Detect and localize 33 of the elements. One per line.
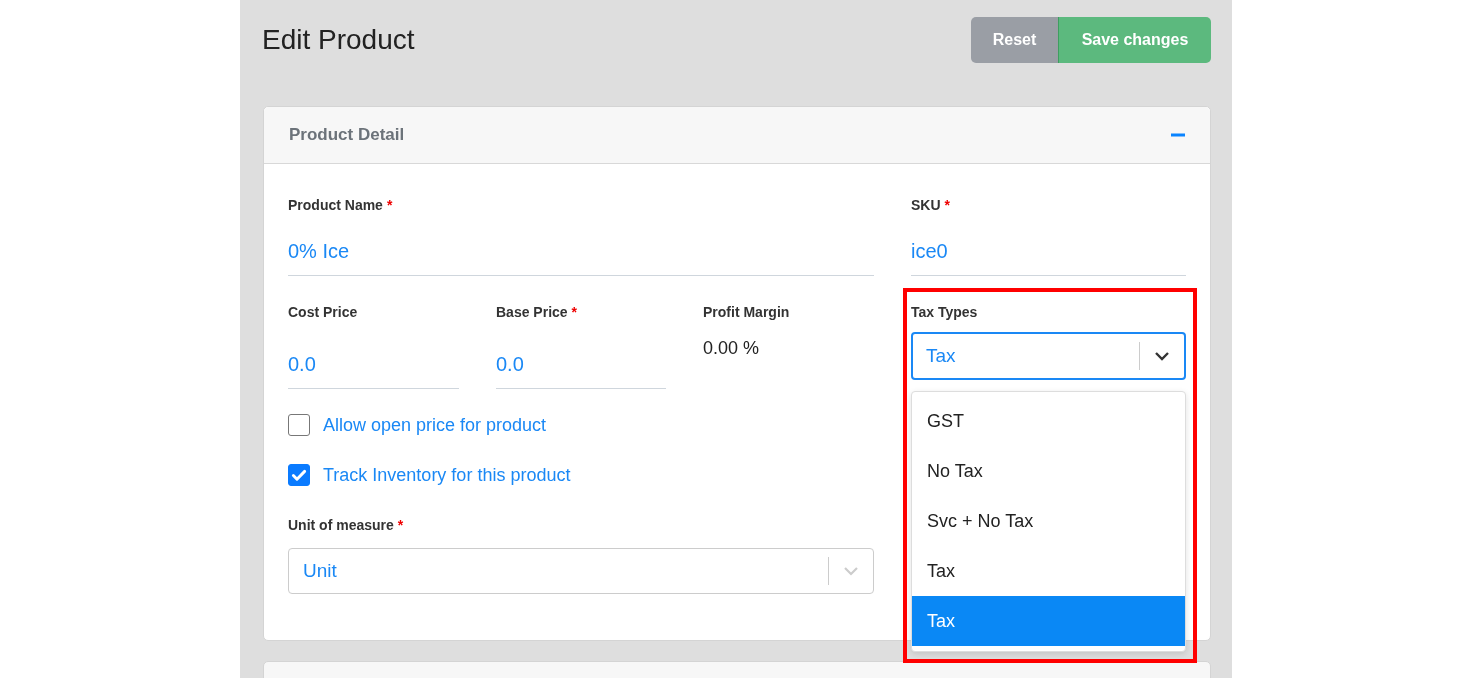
- unit-select[interactable]: Unit: [288, 548, 874, 594]
- cost-price-input[interactable]: 0.0: [288, 341, 459, 389]
- field-label: Cost Price: [288, 304, 358, 320]
- page-title: Edit Product: [262, 24, 415, 56]
- field-label: Unit of measure: [288, 517, 394, 533]
- card-title: Product Detail: [289, 125, 405, 145]
- checkbox[interactable]: [288, 414, 310, 436]
- dropdown-option[interactable]: Tax: [912, 546, 1185, 596]
- base-price-input[interactable]: 0.0: [496, 341, 666, 389]
- field-label: Tax Types: [911, 304, 978, 320]
- checkbox-label[interactable]: Track Inventory for this product: [323, 464, 571, 486]
- dropdown-option[interactable]: No Tax: [912, 446, 1185, 496]
- tax-types-select[interactable]: Tax: [911, 332, 1186, 380]
- required-mark: *: [944, 197, 950, 213]
- field-label: Profit Margin: [703, 304, 790, 320]
- required-mark: *: [386, 197, 393, 213]
- field-label: SKU: [911, 197, 941, 213]
- checkbox-label[interactable]: Allow open price for product: [323, 414, 547, 436]
- action-button[interactable]: Reset: [971, 17, 1058, 63]
- field-label: Product Name: [288, 197, 383, 213]
- dropdown-option[interactable]: GST: [912, 396, 1185, 446]
- chevron-down-icon: [1154, 351, 1170, 361]
- action-button[interactable]: Save changes: [1058, 17, 1211, 63]
- required-mark: *: [571, 304, 578, 320]
- checkbox[interactable]: [288, 464, 310, 486]
- required-mark: *: [397, 517, 404, 533]
- dropdown-option[interactable]: Svc + No Tax: [912, 496, 1185, 546]
- sku-input[interactable]: ice0: [911, 228, 1186, 276]
- field-label: Base Price: [496, 304, 568, 320]
- chevron-down-icon: [843, 566, 859, 576]
- dropdown-option[interactable]: Tax: [912, 596, 1185, 646]
- product-name-input[interactable]: 0% Ice: [288, 228, 874, 276]
- profit-margin-value: 0.00 %: [703, 338, 761, 359]
